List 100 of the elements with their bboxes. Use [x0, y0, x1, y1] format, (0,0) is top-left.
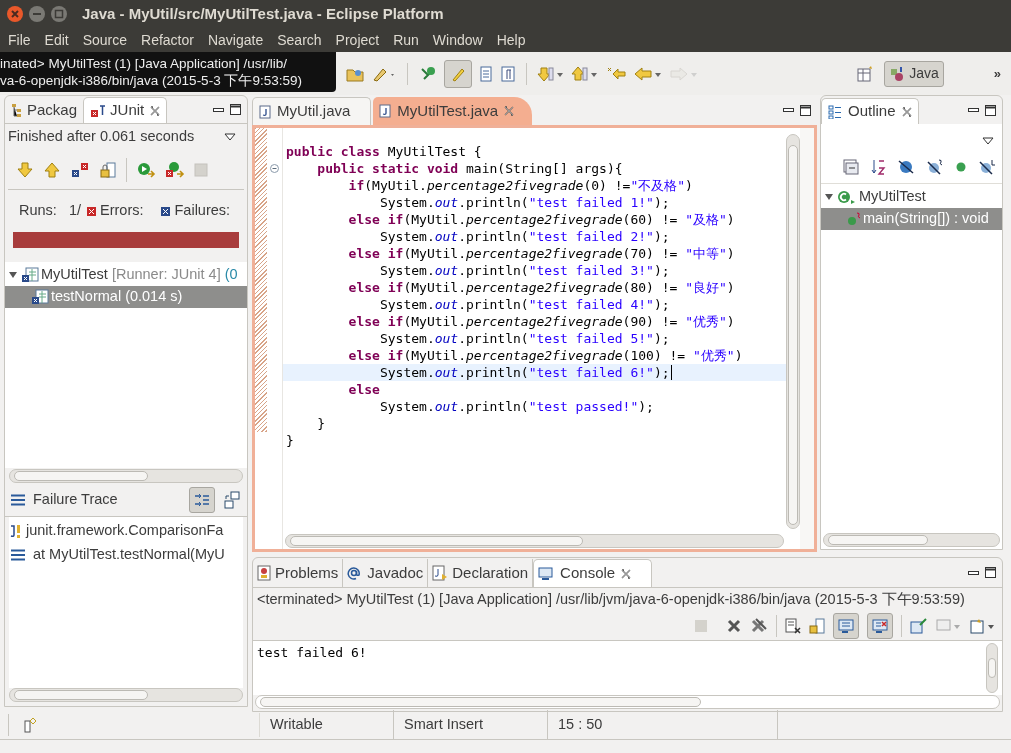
close-tab-icon[interactable]: [504, 106, 515, 116]
maximize-icon[interactable]: [230, 104, 241, 115]
trace-line[interactable]: junit.framework.ComparisonFa: [26, 520, 224, 542]
sort-icon[interactable]: [870, 157, 886, 176]
menu-item[interactable]: Refactor: [134, 29, 201, 51]
status-text: 15 : 50: [558, 714, 603, 734]
counter-value: 1/: [68, 201, 81, 221]
show-output-icon[interactable]: [833, 613, 859, 639]
hide-fields-icon[interactable]: [897, 158, 915, 175]
close-tab-icon[interactable]: [150, 105, 161, 116]
menu-item[interactable]: Window: [425, 29, 490, 51]
view-tab[interactable]: Javadoc: [343, 559, 429, 587]
expanded-arrow-icon: [823, 192, 835, 202]
code-line: System.out.println("test failed 1!");: [378, 194, 670, 211]
open-perspective-icon[interactable]: [856, 64, 875, 83]
back-arrow-icon[interactable]: [633, 64, 663, 83]
menu-item[interactable]: Project: [328, 29, 387, 51]
horizontal-scrollbar[interactable]: [823, 533, 1000, 547]
fold-icon[interactable]: [270, 164, 279, 173]
menu-item[interactable]: Navigate: [200, 29, 271, 51]
java-file-icon: [379, 104, 392, 118]
more-button[interactable]: »: [993, 63, 1001, 84]
status-text: Smart Insert: [404, 714, 483, 734]
view-tab[interactable]: Packag: [5, 97, 84, 123]
close-tab-icon[interactable]: [621, 568, 632, 579]
fast-view-icon[interactable]: [23, 716, 37, 733]
show-error-icon[interactable]: [867, 613, 893, 639]
trace-line[interactable]: at MyUtilTest.testNormal(MyU: [33, 544, 225, 566]
collapse-all-icon[interactable]: [843, 158, 859, 175]
tree-item[interactable]: MyUtilTest: [821, 186, 1002, 208]
view-menu-icon[interactable]: [224, 133, 236, 141]
failures-only-icon[interactable]: [70, 160, 90, 179]
counter-label: Failures:: [174, 201, 231, 221]
close-tab-icon[interactable]: [901, 106, 912, 117]
hide-static-icon[interactable]: [926, 158, 944, 175]
code-line: System.out.println("test failed 5!");: [378, 330, 670, 347]
view-tab[interactable]: Console: [533, 559, 653, 587]
view-menu-icon[interactable]: [982, 137, 994, 145]
exception-icon: [9, 523, 23, 539]
code-line: else if(MyUtil.percentage2fivegrade(80) != "良好"): [347, 279, 735, 296]
compare-icon[interactable]: [223, 490, 241, 509]
code-line: }: [286, 432, 294, 449]
list-icon: [11, 493, 25, 506]
close-button[interactable]: [6, 5, 24, 23]
arrow-up-icon[interactable]: [571, 64, 599, 83]
horizontal-scrollbar[interactable]: [9, 469, 243, 483]
next-failure-icon[interactable]: [16, 160, 34, 179]
document-icon[interactable]: [478, 64, 494, 83]
menu-item[interactable]: Help: [489, 29, 533, 51]
new-console-icon[interactable]: [970, 618, 996, 634]
editor-tab[interactable]: MyUtilTest.java: [373, 97, 533, 125]
code-line: else: [347, 381, 380, 398]
maximize-icon[interactable]: [985, 104, 996, 116]
menu-item[interactable]: Run: [386, 29, 426, 51]
filter-trace-icon[interactable]: [189, 486, 215, 513]
code-line: System.out.println("test failed 6!");: [378, 364, 670, 381]
vertical-scrollbar[interactable]: [786, 134, 800, 529]
view-tab[interactable]: Declaration: [428, 559, 534, 587]
code-line: System.out.println("test failed 2!");: [378, 228, 670, 245]
status-text: Finished after 0.061 seconds: [8, 127, 195, 147]
hide-local-types-icon[interactable]: [978, 158, 996, 175]
perspective-button[interactable]: Java: [884, 60, 944, 87]
horizontal-scrollbar[interactable]: [255, 695, 1000, 709]
counter-label: Errors:: [100, 201, 144, 221]
console-output: test failed 6!: [257, 645, 367, 660]
rerun-failed-icon[interactable]: [165, 160, 185, 179]
horizontal-scrollbar[interactable]: [9, 688, 243, 702]
arrow-down-icon[interactable]: [537, 64, 565, 83]
status-text: Writable: [270, 714, 323, 734]
pin-console-icon[interactable]: [910, 618, 928, 634]
previous-failure-icon[interactable]: [43, 160, 61, 179]
editor-tab[interactable]: MyUtil.java: [252, 97, 372, 125]
console-header: <terminated> MyUtilTest (1) [Java Application] /usr/lib/jvm/java-6-openjdk-i386/bin/java (2015-5-3 下午9:53:59): [257, 590, 965, 610]
menu-item[interactable]: File: [1, 29, 38, 51]
public-members-icon[interactable]: [955, 160, 967, 173]
stack-frame-icon: [11, 549, 25, 561]
maximize-icon[interactable]: [985, 567, 996, 578]
view-tab[interactable]: JUnit: [83, 97, 168, 123]
error-icon: [87, 206, 96, 216]
problems-icon: [257, 565, 271, 581]
tree-item[interactable]: MyUtilTest [Runner: JUnit 4] (0: [5, 264, 247, 286]
maximize-icon[interactable]: [800, 104, 811, 116]
remove-launch-icon[interactable]: [726, 618, 742, 634]
minimize-button[interactable]: [28, 5, 46, 23]
view-tab[interactable]: Problems: [253, 559, 344, 587]
rerun-icon[interactable]: [136, 160, 156, 179]
menu-item[interactable]: Search: [270, 29, 329, 51]
horizontal-scrollbar[interactable]: [285, 534, 784, 548]
menu-item[interactable]: Source: [75, 29, 135, 51]
vertical-scrollbar[interactable]: [986, 643, 998, 693]
menu-item[interactable]: Edit: [37, 29, 76, 51]
view-tab[interactable]: Outline: [821, 98, 919, 124]
maximize-button[interactable]: [50, 5, 68, 23]
code-line: public class MyUtilTest {: [286, 143, 482, 160]
code-line: System.out.println("test failed 3!");: [378, 262, 670, 279]
declaration-icon: [432, 565, 449, 581]
word-wrap-icon[interactable]: [809, 618, 825, 634]
remove-all-icon[interactable]: [750, 618, 768, 634]
highlighter-icon[interactable]: [444, 59, 472, 88]
failure-icon: [161, 206, 171, 216]
